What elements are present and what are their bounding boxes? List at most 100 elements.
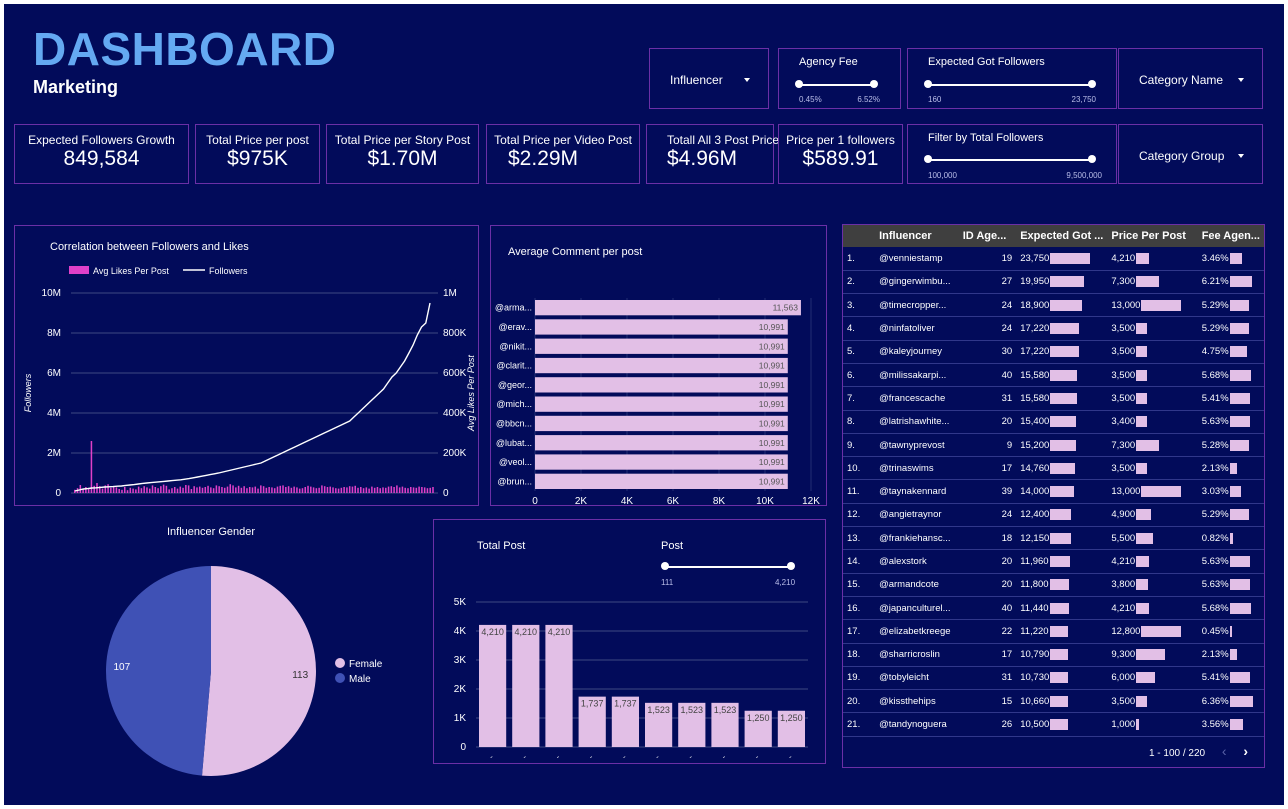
price-cell-bar [1136,323,1147,335]
expected-cell: 12,150 [1016,526,1108,551]
table-row[interactable]: 20. @kissthehips 15 10,660 3,500 6.36% [843,689,1264,714]
table-row[interactable]: 11. @taynakennard 39 14,000 13,000 3.03% [843,479,1264,504]
table-row[interactable]: 18. @sharricroslin 17 10,790 9,300 2.13% [843,643,1264,667]
influencer-cell: @elizabetkreege [875,619,959,644]
data-label: 1,250 [747,713,770,723]
table-row[interactable]: 19. @tobyleicht 31 10,730 6,000 5.41% [843,666,1264,691]
age-cell: 27 [958,270,1017,295]
expected-cell-value: 14,000 [1020,486,1050,498]
age-cell: 9 [958,433,1017,458]
y-tick-label: 2K [454,684,467,695]
expected-cell: 15,580 [1016,386,1108,411]
y-tick-label: 6M [47,368,61,379]
influencer-dropdown[interactable]: Influencer [649,48,769,109]
x-tick-label: 0 [532,496,538,505]
table-header-expected[interactable]: Expected Got ... [1016,225,1108,247]
price-cell-value: 3,500 [1111,323,1136,335]
table-row[interactable]: 12. @angietraynor 24 12,400 4,900 5.29% [843,503,1264,528]
table-header-fee[interactable]: Fee Agen... [1197,225,1264,247]
expected-followers-slider[interactable]: Expected Got Followers 160 23,750 [907,48,1117,109]
row-index: 19. [843,666,876,691]
row-index: 5. [843,340,876,364]
table-header-price[interactable]: Price Per Post [1107,225,1198,247]
data-label: 1,523 [647,705,670,715]
table-row[interactable]: 1. @venniestamp 19 23,750 4,210 3.46% [843,247,1264,271]
expected-cell-value: 15,580 [1020,392,1050,404]
row-index: 9. [843,433,876,458]
price-cell: 4,210 [1107,549,1198,574]
table-row[interactable]: 5. @kaleyjourney 30 17,220 3,500 4.75% [843,340,1264,364]
table-row[interactable]: 21. @tandynoguera 26 10,500 1,000 3.56% [843,712,1264,737]
age-cell: 40 [958,363,1017,388]
row-index: 10. [843,456,876,481]
table-row[interactable]: 9. @tawnyprevost 9 15,200 7,300 5.28% [843,433,1264,458]
page-title: DASHBOARD [33,23,337,75]
chevron-right-icon[interactable]: › [1243,743,1248,759]
likes-bar [293,486,295,493]
fee-cell-value: 5.29% [1201,509,1229,521]
price-cell-bar [1141,299,1182,311]
likes-bar [232,485,234,493]
likes-bar [93,485,95,493]
price-cell-bar [1136,462,1147,474]
chevron-left-icon[interactable]: ‹ [1222,743,1227,759]
likes-bar [318,487,320,493]
likes-bar [143,486,145,493]
y2-axis-title: Avg Likes Per Post [466,355,476,432]
x-tick-label: - [654,752,661,761]
table-row[interactable]: 15. @armandcote 20 11,800 3,800 5.63% [843,573,1264,597]
fee-cell: 5.41% [1197,666,1264,691]
category-group-dropdown[interactable]: Category Group [1118,124,1263,184]
row-index: 7. [843,386,876,411]
row-index: 12. [843,503,876,528]
likes-bar [421,487,423,493]
slider-min-handle[interactable] [924,80,932,88]
x-tick-label: - [588,752,595,761]
slider-min-handle[interactable] [795,80,803,88]
likes-bar [146,487,148,493]
slider-max-handle[interactable] [870,80,878,88]
agency-fee-slider[interactable]: Agency Fee 0.45% 6.52% [778,48,901,109]
total-followers-slider[interactable]: Filter by Total Followers 100,000 9,500,… [907,124,1117,184]
pagination-label: 1 - 100 / 220 [1148,748,1206,759]
expected-cell: 10,790 [1016,643,1108,667]
likes-bar [393,487,395,493]
table-row[interactable]: 10. @trinaswims 17 14,760 3,500 2.13% [843,456,1264,481]
likes-bar [262,486,265,493]
expected-cell-bar [1050,719,1068,731]
likes-bar [390,486,393,493]
likes-bar [210,487,212,493]
likes-bar [165,485,168,493]
x-tick-label: - [687,752,694,761]
table-row[interactable]: 17. @elizabetkreege 22 11,220 12,800 0.45% [843,619,1264,644]
row-index: 1. [843,247,876,271]
row-index: 3. [843,293,876,318]
slider-max-handle[interactable] [1088,80,1096,88]
likes-bar [373,487,376,493]
likes-bar [337,488,340,493]
likes-bar [151,485,154,493]
table-row[interactable]: 6. @milissakarpi... 40 15,580 3,500 5.68% [843,363,1264,388]
table-header-age[interactable]: ID Age... [958,225,1017,247]
table-row[interactable]: 2. @gingerwimbu... 27 19,950 7,300 6.21% [843,270,1264,295]
fee-cell: 2.13% [1197,643,1264,667]
slider-min-handle[interactable] [924,155,932,163]
table-row[interactable]: 14. @alexstork 20 11,960 4,210 5.63% [843,549,1264,574]
y-tick-label: @nikit... [499,341,532,351]
fee-cell-value: 0.45% [1201,625,1229,637]
table-row[interactable]: 4. @ninfatoliver 24 17,220 3,500 5.29% [843,316,1264,341]
slider-max-handle[interactable] [1088,155,1096,163]
table-row[interactable]: 16. @japanculturel... 40 11,440 4,210 5.68% [843,596,1264,621]
age-cell: 20 [958,410,1017,434]
expected-cell-bar [1050,323,1080,335]
category-name-dropdown[interactable]: Category Name [1118,48,1263,109]
table-row[interactable]: 7. @francescache 31 15,580 3,500 5.41% [843,386,1264,411]
table-row[interactable]: 8. @latrishawhite... 20 15,400 3,400 5.63% [843,410,1264,434]
expected-cell: 15,400 [1016,410,1108,434]
table-row[interactable]: 3. @timecropper... 24 18,900 13,000 5.29% [843,293,1264,318]
kpi-label: Expected Followers Growth [28,133,175,147]
table-row[interactable]: 13. @frankiehansc... 18 12,150 5,500 0.82% [843,526,1264,551]
likes-bar [223,487,226,493]
table-header-influencer[interactable]: Influencer [875,225,959,247]
expected-cell-value: 17,220 [1020,323,1050,335]
